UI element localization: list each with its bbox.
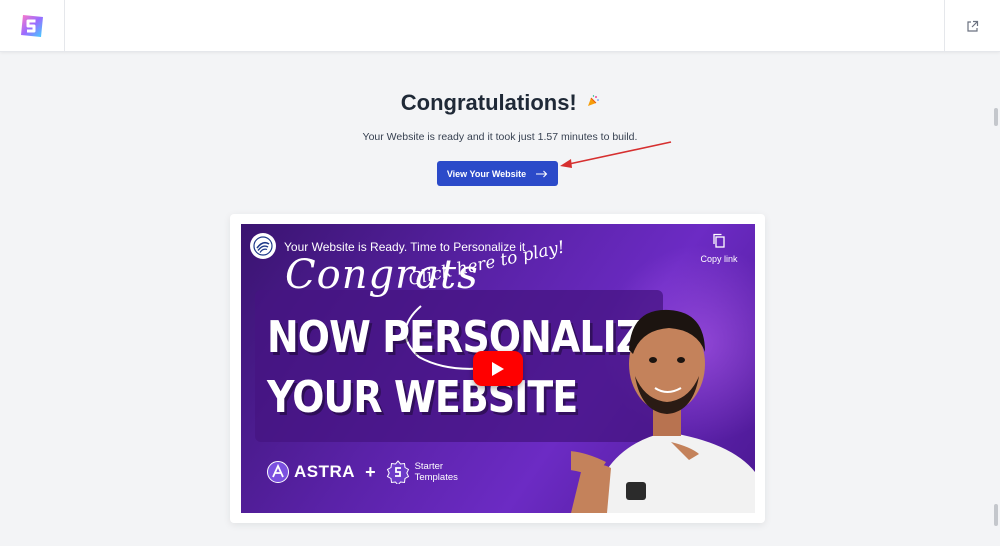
starter-label-line2: Templates xyxy=(414,472,458,483)
copy-link-label: Copy link xyxy=(700,254,738,264)
external-link-icon xyxy=(967,20,979,32)
video-player[interactable]: Your Website is Ready. Time to Personali… xyxy=(241,224,755,513)
channel-avatar[interactable] xyxy=(250,233,276,259)
party-popper-icon xyxy=(587,94,600,112)
page-title: Congratulations! xyxy=(400,90,577,115)
astra-logo-icon xyxy=(267,461,289,483)
overlay-headline-line2: YOUR WEBSITE xyxy=(267,372,578,423)
plus-sign: + xyxy=(365,461,376,482)
build-summary-text: Your Website is ready and it took just 1… xyxy=(362,131,638,143)
astra-label: ASTRA xyxy=(294,462,356,481)
starter-templates-badge-icon xyxy=(386,460,409,484)
logo-cell[interactable] xyxy=(0,0,65,52)
play-icon xyxy=(492,361,504,376)
top-bar xyxy=(0,0,1000,52)
annotation-arrow-icon xyxy=(560,141,672,168)
starter-templates-brand: Starter Templates xyxy=(386,460,458,484)
channel-logo-icon xyxy=(253,236,273,256)
astra-brand: ASTRA xyxy=(267,461,355,483)
presenter-image xyxy=(571,309,755,513)
scrollbar[interactable] xyxy=(992,52,1000,546)
title-row: Congratulations! xyxy=(0,90,1000,116)
starter-label-line1: Starter xyxy=(414,461,444,472)
play-button[interactable] xyxy=(473,351,523,386)
copy-link-button[interactable]: Copy link xyxy=(697,233,741,264)
copy-icon xyxy=(713,233,725,248)
scrollbar-thumb-bottom[interactable] xyxy=(994,504,998,526)
open-external-button[interactable] xyxy=(944,0,1000,52)
arrow-right-icon xyxy=(536,170,548,177)
starter-templates-logo xyxy=(21,15,43,37)
brand-row: ASTRA + Starter Templates xyxy=(267,460,458,484)
view-website-label: View Your Website xyxy=(446,168,527,179)
view-website-button[interactable]: View Your Website xyxy=(437,161,558,186)
